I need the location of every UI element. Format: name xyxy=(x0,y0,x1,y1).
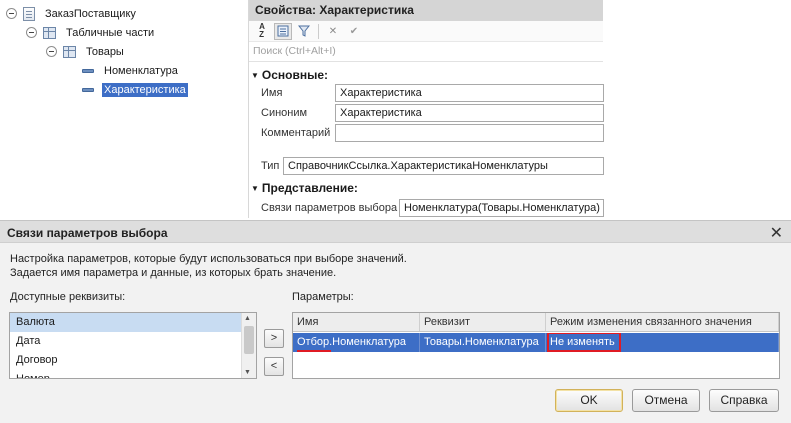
cell-name[interactable]: Отбор.Номенклатура xyxy=(293,333,420,352)
properties-search-input[interactable]: Поиск (Ctrl+Alt+I) xyxy=(249,42,603,62)
list-scrollbar[interactable]: ▲ ▼ xyxy=(241,313,256,378)
attribute-icon xyxy=(82,68,94,73)
description-line: Настройка параметров, которые будут испо… xyxy=(10,253,407,265)
tree-item-label: Табличные части xyxy=(66,26,155,39)
links-field[interactable]: Номенклатура(Товары.Номенклатура) xyxy=(399,199,604,217)
add-parameter-button[interactable]: > xyxy=(264,329,284,348)
tree-item-tabular-sections[interactable]: Табличные части xyxy=(26,23,156,42)
column-header-mode[interactable]: Режим изменения связанного значения xyxy=(546,313,779,331)
description-line: Задается имя параметра и данные, из кото… xyxy=(10,267,337,279)
list-item[interactable]: Валюта xyxy=(10,313,256,332)
scroll-up-icon[interactable]: ▲ xyxy=(244,315,251,322)
available-attributes-list[interactable]: Валюта Дата Договор Номер ▲ ▼ xyxy=(9,312,257,379)
list-item[interactable]: Договор xyxy=(10,351,256,370)
comment-label: Комментарий xyxy=(261,127,331,139)
cell-text: Отбор.Номенклатура xyxy=(297,336,407,348)
tree-item-label: Товары xyxy=(86,45,124,58)
document-icon xyxy=(23,6,35,21)
close-icon[interactable]: ✕ xyxy=(770,223,783,243)
tree-item-label: Характеристика xyxy=(102,82,188,97)
scroll-thumb[interactable] xyxy=(244,326,254,354)
collapse-icon[interactable] xyxy=(46,46,57,57)
properties-title: Свойства: Характеристика xyxy=(249,0,603,21)
help-button[interactable]: Справка xyxy=(709,389,779,412)
expand-arrow-icon: ▼ xyxy=(251,71,259,80)
cancel-button[interactable]: Отмена xyxy=(632,389,700,412)
column-header-attribute[interactable]: Реквизит xyxy=(420,313,546,331)
red-underline xyxy=(297,350,331,352)
dialog-title: Связи параметров выбора xyxy=(0,221,791,243)
section-main-label: Основные: xyxy=(261,68,329,82)
properties-toolbar: AZ ✕ ✔ xyxy=(249,21,603,42)
choice-links-dialog: Связи параметров выбора ✕ Настройка пара… xyxy=(0,220,791,423)
cell-mode[interactable]: Не изменять xyxy=(546,333,779,352)
links-label: Связи параметров выбора xyxy=(261,202,398,214)
section-main[interactable]: ▼ Основные: xyxy=(251,68,328,82)
tree-item-nomenclature[interactable]: Номенклатура xyxy=(82,61,180,80)
tree-item-label: ЗаказПоставщику xyxy=(45,7,136,20)
available-attributes-label: Доступные реквизиты: xyxy=(10,291,126,303)
parameters-label: Параметры: xyxy=(292,291,354,303)
tree-item-label: Номенклатура xyxy=(104,64,178,77)
apply-icon[interactable]: ✔ xyxy=(345,23,363,40)
categories-icon[interactable] xyxy=(274,22,292,40)
expand-arrow-icon: ▼ xyxy=(251,184,259,193)
collapse-icon[interactable] xyxy=(26,27,37,38)
collapse-icon[interactable] xyxy=(6,8,17,19)
filter-icon[interactable] xyxy=(295,23,313,40)
properties-panel: Свойства: Характеристика AZ ✕ ✔ Поиск (C… xyxy=(248,0,604,218)
toolbar-separator xyxy=(318,23,319,39)
parameters-table[interactable]: Имя Реквизит Режим изменения связанного … xyxy=(292,312,780,379)
remove-parameter-button[interactable]: < xyxy=(264,357,284,376)
type-field[interactable]: СправочникСсылка.ХарактеристикаНоменклат… xyxy=(283,157,604,175)
cell-text: Не изменять xyxy=(550,336,615,348)
column-header-name[interactable]: Имя xyxy=(293,313,420,331)
table-icon xyxy=(63,45,76,58)
attribute-icon xyxy=(82,87,94,92)
table-header: Имя Реквизит Режим изменения связанного … xyxy=(293,313,779,332)
section-view[interactable]: ▼ Представление: xyxy=(251,181,358,195)
dialog-description: Настройка параметров, которые будут испо… xyxy=(10,252,407,280)
tree-item-order[interactable]: ЗаказПоставщику xyxy=(6,4,138,23)
tree-item-characteristic[interactable]: Характеристика xyxy=(82,80,188,99)
clear-icon[interactable]: ✕ xyxy=(324,23,342,40)
metadata-tree: ЗаказПоставщику Табличные части Товары Н… xyxy=(0,0,248,215)
cell-attribute[interactable]: Товары.Номенклатура xyxy=(420,333,546,352)
sort-alpha-icon[interactable]: AZ xyxy=(253,23,271,40)
section-view-label: Представление: xyxy=(261,181,358,195)
synonym-label: Синоним xyxy=(261,107,308,119)
scroll-down-icon[interactable]: ▼ xyxy=(244,369,251,376)
ok-button[interactable]: OK xyxy=(555,389,623,412)
synonym-field[interactable]: Характеристика xyxy=(335,104,604,122)
table-icon xyxy=(43,26,56,39)
list-item[interactable]: Номер xyxy=(10,370,256,378)
name-field[interactable]: Характеристика xyxy=(335,84,604,102)
comment-field[interactable] xyxy=(335,124,604,142)
name-label: Имя xyxy=(261,87,283,99)
tree-item-goods[interactable]: Товары xyxy=(46,42,126,61)
type-label: Тип xyxy=(261,160,280,172)
list-item[interactable]: Дата xyxy=(10,332,256,351)
table-row[interactable]: Отбор.Номенклатура Товары.Номенклатура Н… xyxy=(293,333,779,352)
